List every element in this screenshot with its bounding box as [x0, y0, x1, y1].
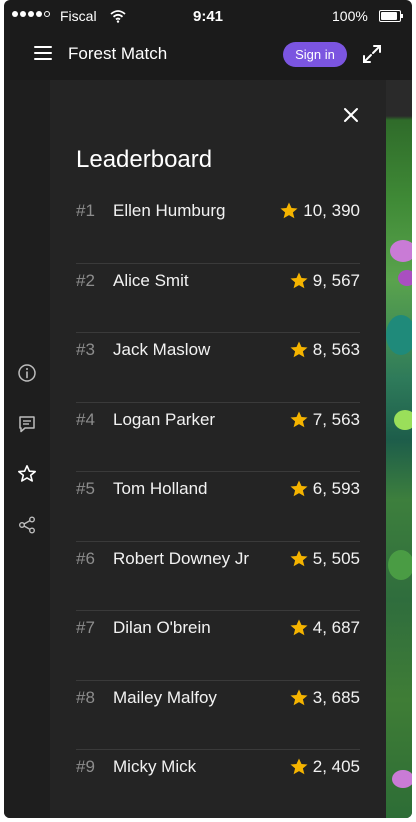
page-title: Leaderboard [76, 146, 213, 173]
sidebar [4, 80, 50, 818]
hamburger-menu-icon[interactable] [34, 46, 52, 60]
app-title: Forest Match [68, 44, 168, 63]
rank-label: #1 [76, 201, 95, 220]
leaderboard-list: #1 Ellen Humburg 10, 390 #2 Alice Smit 9… [76, 194, 360, 818]
info-icon[interactable] [17, 363, 37, 383]
player-score: 2, 405 [289, 757, 360, 777]
leaderboard-row: #9 Micky Mick 2, 405 [76, 750, 360, 818]
star-icon[interactable] [17, 464, 37, 484]
status-bar: Fiscal 9:41 100% [4, 0, 412, 34]
star-icon [290, 550, 308, 566]
leaderboard-panel: Leaderboard #1 Ellen Humburg 10, 390 #2 … [50, 80, 386, 818]
star-icon [290, 619, 308, 636]
leaderboard-row: #7 Dilan O'brein 4, 687 [76, 611, 360, 681]
phone-frame: Fiscal 9:41 100% Forest Match Sign in Le… [4, 0, 412, 818]
leaderboard-row: #4 Logan Parker 7, 563 [76, 403, 360, 472]
player-score: 10, 390 [279, 201, 360, 221]
player-score: 3, 685 [289, 688, 360, 708]
star-icon [290, 689, 308, 705]
player-name: Mailey Malfoy [113, 687, 217, 707]
player-name: Ellen Humburg [113, 201, 226, 220]
rank-label: #9 [76, 757, 95, 776]
battery-percent: 100% [332, 8, 368, 24]
rank-label: #6 [76, 548, 95, 568]
star-icon [290, 411, 308, 427]
player-score: 7, 563 [289, 410, 360, 430]
game-background [386, 80, 412, 818]
leaderboard-row: #5 Tom Holland 6, 593 [76, 472, 360, 542]
rank-label: #3 [76, 340, 95, 359]
app-bar: Forest Match Sign in [4, 34, 412, 80]
star-icon [290, 758, 308, 775]
rank-label: #2 [76, 270, 95, 290]
player-score: 4, 687 [289, 618, 360, 638]
star-icon [290, 480, 308, 497]
player-name: Robert Downey Jr [113, 548, 250, 568]
star-icon [290, 272, 308, 288]
player-name: Tom Holland [113, 479, 208, 498]
star-icon [290, 341, 308, 358]
leaderboard-row: #1 Ellen Humburg 10, 390 [76, 194, 360, 264]
battery-icon [379, 10, 403, 22]
close-icon[interactable] [342, 106, 360, 124]
player-name: Jack Maslow [113, 340, 211, 359]
player-score: 5, 505 [289, 549, 360, 569]
player-score: 8, 563 [289, 340, 360, 360]
leaderboard-row: #8 Mailey Malfoy 3, 685 [76, 681, 360, 750]
feedback-icon[interactable] [17, 414, 37, 434]
player-score: 6, 593 [289, 479, 360, 499]
expand-icon[interactable] [361, 43, 383, 65]
rank-label: #7 [76, 618, 95, 637]
leaderboard-row: #2 Alice Smit 9, 567 [76, 264, 360, 333]
player-name: Alice Smit [113, 270, 189, 290]
player-name: Dilan O'brein [113, 618, 211, 637]
player-score: 9, 567 [289, 271, 360, 291]
player-name: Micky Mick [113, 757, 197, 776]
rank-label: #4 [76, 409, 95, 429]
player-name: Logan Parker [113, 409, 216, 429]
rank-label: #5 [76, 479, 95, 498]
sign-in-button[interactable]: Sign in [283, 42, 347, 67]
star-icon [280, 202, 298, 219]
share-icon[interactable] [17, 515, 37, 535]
leaderboard-row: #6 Robert Downey Jr 5, 505 [76, 542, 360, 611]
rank-label: #8 [76, 687, 95, 707]
leaderboard-row: #3 Jack Maslow 8, 563 [76, 333, 360, 403]
